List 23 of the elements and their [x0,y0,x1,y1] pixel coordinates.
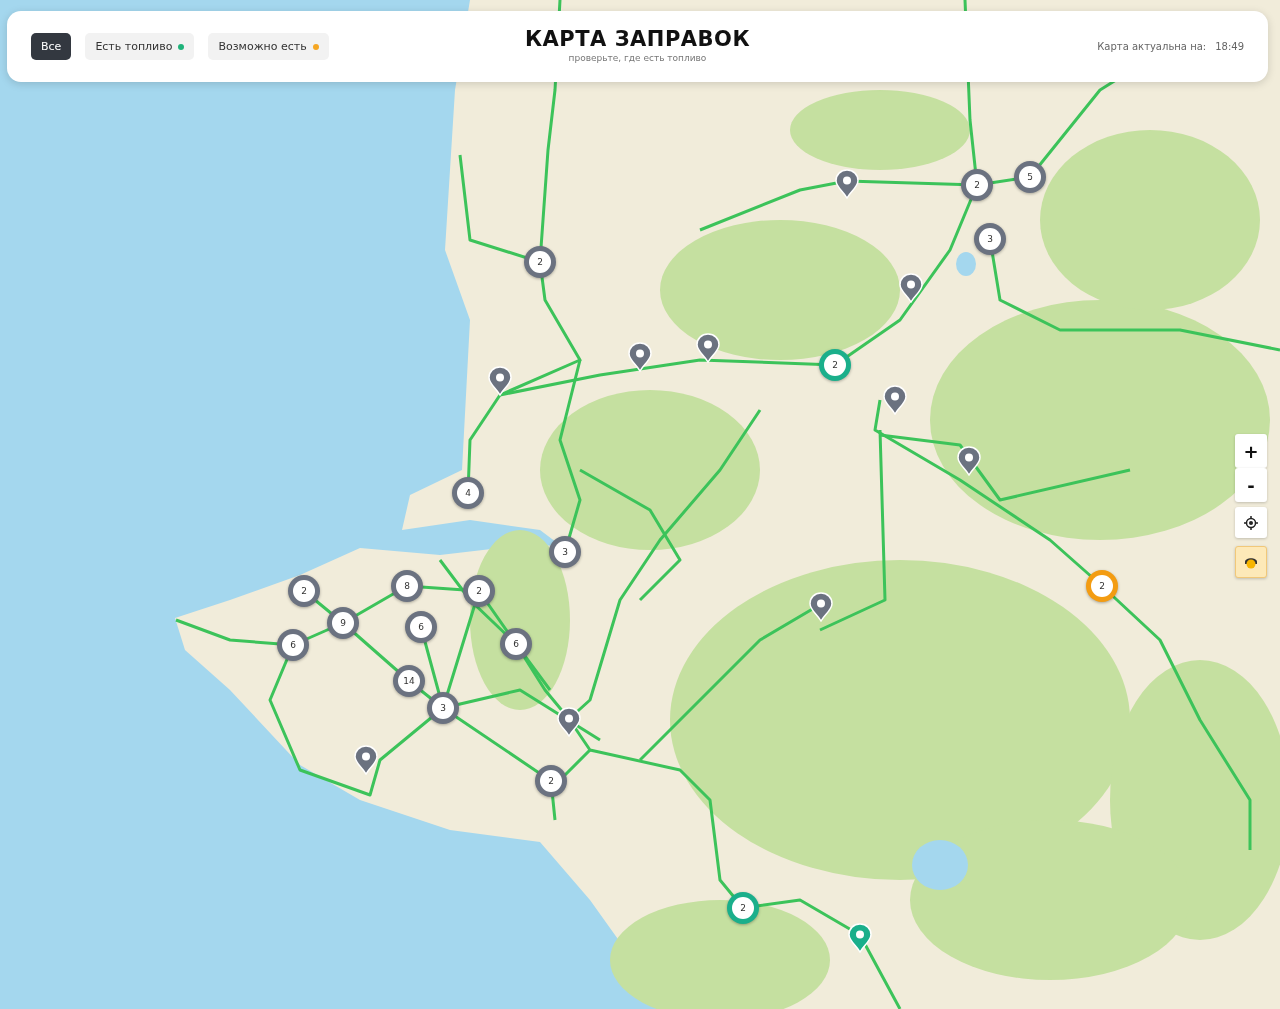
filter-button[interactable]: Есть топливо [85,33,195,60]
map-pin-icon[interactable] [354,745,378,775]
page-title: КАРТА ЗАПРАВОК [524,27,751,51]
map-pin-icon[interactable] [899,273,923,303]
map-pin-icon[interactable] [557,707,581,737]
traffic-button[interactable] [1235,546,1267,578]
page-subtitle: проверьте, где есть топливо [568,53,707,63]
zoom-in-button[interactable]: + [1235,434,1267,468]
map-pin-icon[interactable] [628,342,652,372]
locate-button[interactable] [1235,507,1267,538]
updated-time: 18:49 [1215,41,1244,52]
zoom-out-button[interactable]: - [1235,468,1267,502]
map-pin-icon[interactable] [848,923,872,953]
filter-button[interactable]: Все [31,33,72,60]
map-pin-icon[interactable] [957,446,981,476]
map-pin-icon[interactable] [696,333,720,363]
map-pin-icon[interactable] [809,592,833,622]
filter-button[interactable]: Возможно есть [208,33,329,60]
map-pin-icon[interactable] [835,169,859,199]
map-pin-icon[interactable] [883,385,907,415]
map-pin-icon[interactable] [488,366,512,396]
target-icon [1244,515,1258,530]
updated-label: Карта актуальна на: [1097,41,1207,52]
